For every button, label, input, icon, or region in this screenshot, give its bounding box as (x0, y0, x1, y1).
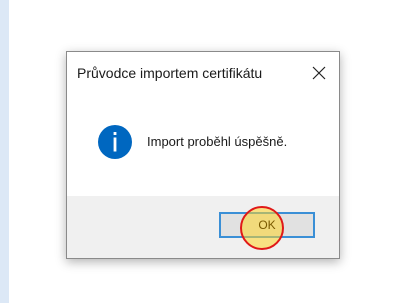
import-success-dialog: Průvodce importem certifikátu Import pro… (66, 51, 340, 259)
close-button[interactable] (307, 61, 331, 85)
ok-button-label: OK (258, 218, 276, 232)
dialog-titlebar: Průvodce importem certifikátu (67, 52, 339, 92)
dialog-footer: OK (67, 196, 339, 258)
close-icon (312, 66, 326, 80)
dialog-content: Import proběhl úspěšně. (67, 92, 339, 196)
info-icon (98, 125, 132, 159)
status-message: Import proběhl úspěšně. (147, 134, 288, 149)
ok-button[interactable]: OK (219, 212, 315, 238)
dialog-title: Průvodce importem certifikátu (77, 65, 263, 81)
